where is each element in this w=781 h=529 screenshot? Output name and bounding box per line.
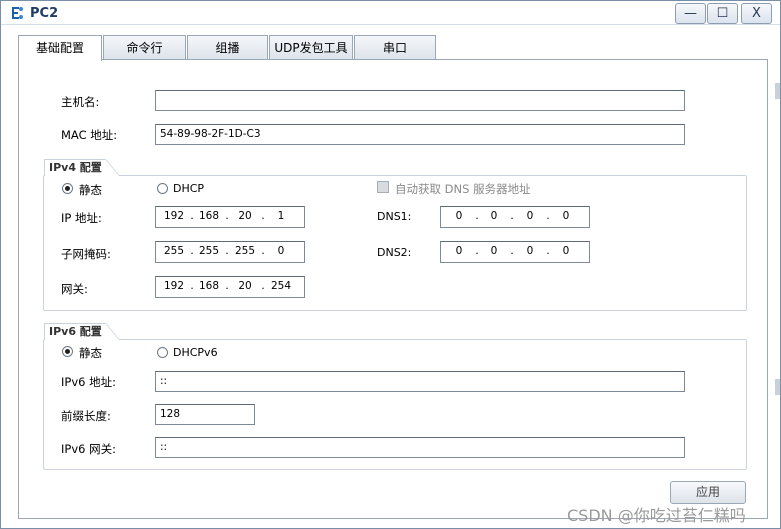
ip-dot: . [190,210,194,222]
scroll-marker [775,379,780,395]
gateway-input[interactable]: 192 . 168 . 20 . 254 [155,276,305,298]
ipv6-gateway-label: IPv6 网关: [61,442,116,456]
subnet-mask-input[interactable]: 255 . 255 . 255 . 0 [155,241,305,263]
maximize-button[interactable]: ☐ [707,3,738,24]
pc-app-icon [12,7,23,19]
ipv6-gateway-input[interactable]: :: [155,437,685,458]
mac-label: MAC 地址: [61,128,118,142]
ipv4-ip-label: IP 地址: [61,211,102,225]
ip-dot: . [510,210,514,222]
ipv6-address-label: IPv6 地址: [61,375,116,389]
ip-dot: . [225,210,229,222]
ipv6-static-label: 静态 [79,346,102,360]
ip-octet: 168 [198,280,220,292]
ip-dot: . [510,245,514,257]
prefix-length-label: 前缀长度: [61,409,111,423]
scroll-marker [775,83,780,99]
ip-dot: . [190,245,194,257]
ip-dot: . [546,245,550,257]
dns2-input[interactable]: 0 . 0 . 0 . 0 [440,241,590,263]
gateway-label: 网关: [61,282,88,296]
close-button[interactable]: X [741,3,772,24]
ip-octet: 20 [238,210,252,222]
ipv4-static-label: 静态 [79,183,102,197]
ipv6-static-radio[interactable] [62,346,73,357]
hostname-label: 主机名: [61,95,100,109]
ipv4-static-radio[interactable] [62,183,73,194]
tab-command-line[interactable]: 命令行 [103,35,186,60]
ipv4-dhcp-label: DHCP [173,182,205,195]
ip-octet: 192 [163,280,185,292]
title-bar[interactable]: PC2 — ☐ X [1,1,780,25]
watermark: CSDN @你吃过苔仁糕吗 [567,506,746,525]
ip-octet: 255 [163,245,185,257]
pc2-window: PC2 — ☐ X 基础配置 命令行 组播 UDP发包工具 串口 主机名: MA… [0,0,781,529]
ip-dot: . [225,245,229,257]
ipv6-group-title: IPv6 配置 [44,323,119,340]
window-title: PC2 [30,6,59,21]
ip-octet: 0 [526,210,534,222]
auto-dns-checkbox[interactable] [377,181,389,193]
dns2-label: DNS2: [377,246,412,259]
dns1-input[interactable]: 0 . 0 . 0 . 0 [440,206,590,228]
ipv6-address-input[interactable]: :: [155,371,685,392]
ip-octet: 0 [455,210,463,222]
ipv4-group-title: IPv4 配置 [44,159,119,176]
ip-octet: 0 [490,210,498,222]
tab-multicast[interactable]: 组播 [187,35,268,60]
ip-dot: . [261,280,265,292]
ip-dot: . [261,245,265,257]
ip-dot: . [546,210,550,222]
apply-button[interactable]: 应用 [670,481,746,504]
ip-dot: . [475,245,479,257]
ip-octet: 254 [270,280,292,292]
ip-dot: . [225,280,229,292]
ip-octet: 0 [490,245,498,257]
ipv6-dhcp-radio[interactable] [157,347,168,358]
ip-octet: 192 [163,210,185,222]
ip-octet: 1 [277,210,285,222]
tab-basic-config[interactable]: 基础配置 [18,35,102,61]
mac-input[interactable]: 54-89-98-2F-1D-C3 [155,124,685,145]
ip-octet: 168 [198,210,220,222]
ip-octet: 0 [526,245,534,257]
ipv4-dhcp-radio[interactable] [157,183,168,194]
tab-serial-port[interactable]: 串口 [354,35,436,60]
ip-dot: . [261,210,265,222]
hostname-input[interactable] [155,90,685,111]
dns1-label: DNS1: [377,210,412,223]
ipv4-ip-input[interactable]: 192 . 168 . 20 . 1 [155,206,305,228]
basic-config-panel: 主机名: MAC 地址: 54-89-98-2F-1D-C3 IPv4 配置 静… [18,59,768,519]
subnet-mask-label: 子网掩码: [61,247,111,261]
ipv6-dhcp-label: DHCPv6 [173,346,218,359]
minimize-button[interactable]: — [675,3,706,24]
auto-dns-label: 自动获取 DNS 服务器地址 [395,182,531,196]
ip-octet: 0 [277,245,285,257]
ip-octet: 255 [198,245,220,257]
ip-octet: 255 [234,245,256,257]
ip-octet: 0 [562,245,570,257]
ip-dot: . [190,280,194,292]
ip-octet: 0 [455,245,463,257]
ip-dot: . [475,210,479,222]
ip-octet: 0 [562,210,570,222]
prefix-length-input[interactable]: 128 [155,404,255,425]
ip-octet: 20 [238,280,252,292]
tab-udp-tool[interactable]: UDP发包工具 [269,35,353,60]
